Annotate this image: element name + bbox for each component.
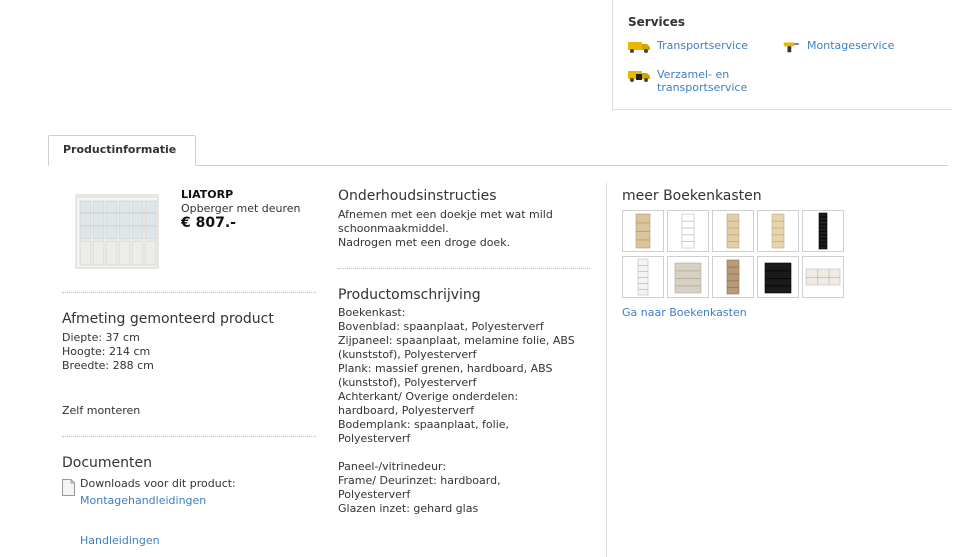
bookcase-image [764, 262, 792, 294]
truck-box-icon [628, 71, 650, 82]
bookcase-image [818, 212, 828, 250]
care-heading: Onderhoudsinstructies [338, 188, 497, 204]
downloads-label: Downloads voor dit product: [80, 477, 236, 490]
transportservice-link[interactable]: Transportservice [627, 39, 748, 54]
tab-productinformatie[interactable]: Productinformatie [48, 135, 196, 166]
product-image [75, 194, 159, 269]
bookcase-thumbnail[interactable] [622, 210, 664, 252]
bookcase-thumbnail[interactable] [802, 256, 844, 298]
divider [338, 268, 590, 269]
bookcase-thumbnail[interactable] [712, 210, 754, 252]
product-price: € 807.- [181, 215, 236, 231]
bookcase-image [635, 213, 651, 249]
assembly-note: Zelf monteren [62, 404, 141, 417]
drill-icon [783, 42, 799, 53]
divider [62, 436, 316, 437]
document-icon [62, 479, 75, 496]
column-divider [606, 183, 607, 557]
dimension-height: Hoogte: 214 cm [62, 345, 151, 358]
verzamel-transportservice-link[interactable]: Verzamel- en transportservice [627, 68, 767, 94]
care-text: Afnemen met een doekje met wat mild scho… [338, 208, 553, 249]
transportservice-label[interactable]: Transportservice [657, 39, 748, 52]
truck-icon [628, 42, 650, 53]
bookcase-image [726, 259, 740, 295]
verzamel-transportservice-label[interactable]: Verzamel- en transportservice [657, 68, 767, 94]
bookcase-thumbnail[interactable] [667, 256, 709, 298]
services-panel: Services Transportservice Montageservice… [612, 0, 952, 110]
bookcase-image [674, 262, 702, 294]
product-description: Opberger met deuren [181, 202, 301, 215]
montageservice-label[interactable]: Montageservice [807, 39, 894, 52]
dimension-width: Breedte: 288 cm [62, 359, 154, 372]
ga-naar-boekenkasten-link[interactable]: Ga naar Boekenkasten [622, 306, 747, 320]
services-title: Services [628, 15, 686, 29]
bookcase-image [681, 213, 695, 249]
bookcase-thumbnail[interactable] [667, 210, 709, 252]
dimension-depth: Diepte: 37 cm [62, 331, 140, 344]
related-heading: meer Boekenkasten [622, 188, 762, 204]
bookcase-thumbnail[interactable] [622, 256, 664, 298]
bookcase-image [771, 213, 785, 249]
documents-heading: Documenten [62, 455, 153, 471]
dimensions-heading: Afmeting gemonteerd product [62, 311, 274, 327]
montageservice-link[interactable]: Montageservice [783, 39, 894, 54]
bookcase-image [637, 258, 649, 296]
bookcase-thumbnail[interactable] [802, 210, 844, 252]
divider [62, 292, 316, 293]
related-thumbnails [622, 210, 847, 298]
description-text: Boekenkast: Bovenblad: spaanplaat, Polye… [338, 306, 575, 515]
product-name: LIATORP [181, 188, 234, 201]
handleidingen-link[interactable]: Handleidingen [80, 534, 160, 548]
tab-productinformatie-label[interactable]: Productinformatie [63, 143, 176, 156]
bookcase-image [805, 268, 841, 286]
description-heading: Productomschrijving [338, 287, 481, 303]
bookcase-thumbnail[interactable] [712, 256, 754, 298]
montagehandleidingen-link[interactable]: Montagehandleidingen [80, 494, 206, 508]
bookcase-thumbnail[interactable] [757, 210, 799, 252]
bookcase-image [726, 213, 740, 249]
bookcase-thumbnail[interactable] [757, 256, 799, 298]
